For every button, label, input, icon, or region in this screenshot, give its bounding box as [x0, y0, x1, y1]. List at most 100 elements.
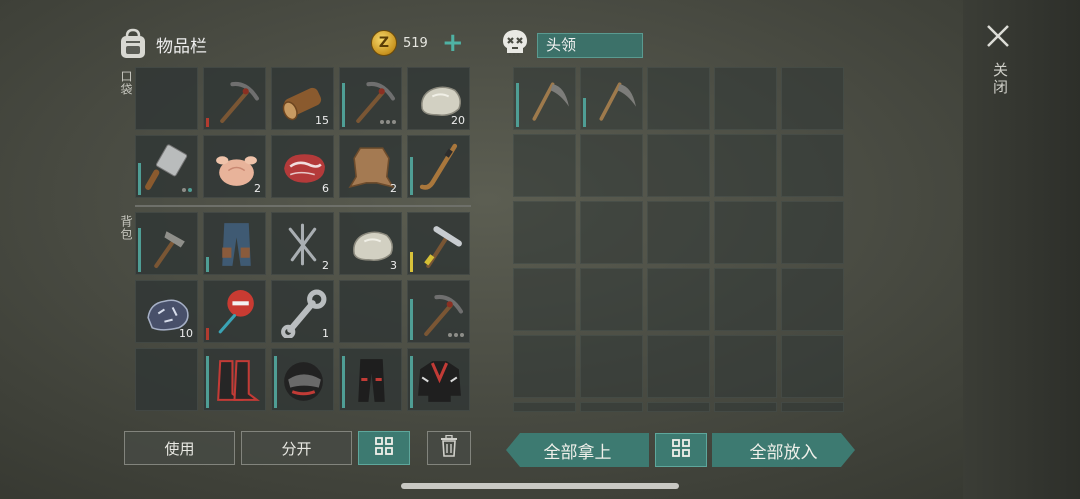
- backpack-slot[interactable]: [339, 280, 402, 343]
- durability-bar: [206, 118, 209, 127]
- loot-slot[interactable]: [781, 134, 844, 197]
- hammer-icon: [424, 226, 462, 268]
- pocket-slot[interactable]: 2: [203, 135, 266, 198]
- scythe-icon: [599, 82, 636, 121]
- loot-slot[interactable]: [580, 67, 643, 130]
- durability-bar: [274, 356, 277, 408]
- loot-slot[interactable]: [513, 67, 576, 130]
- loot-slot[interactable]: [714, 402, 777, 412]
- stop-sign-icon: [218, 290, 254, 334]
- close-icon[interactable]: [984, 22, 1012, 50]
- loot-slot[interactable]: [781, 67, 844, 130]
- loot-slot[interactable]: [580, 402, 643, 412]
- backpack-slot[interactable]: [203, 348, 266, 411]
- inventory-divider: [135, 205, 471, 207]
- pocket-slot[interactable]: [339, 67, 402, 130]
- durability-bar: [583, 98, 586, 127]
- loot-slot[interactable]: [781, 335, 844, 398]
- add-coins-button[interactable]: +: [442, 30, 464, 56]
- loot-slot[interactable]: [513, 134, 576, 197]
- backpack-slot[interactable]: 2: [271, 212, 334, 275]
- loot-slot[interactable]: [513, 335, 576, 398]
- coin-icon: Z: [371, 30, 397, 56]
- coin-amount: 519: [403, 35, 428, 51]
- durability-bar: [206, 257, 209, 272]
- pocket-slot[interactable]: 2: [339, 135, 402, 198]
- backpack-label: 背包: [119, 215, 133, 241]
- loot-slot[interactable]: [647, 201, 710, 264]
- loot-slot[interactable]: [714, 134, 777, 197]
- loot-slot[interactable]: [647, 402, 710, 412]
- pocket-slot[interactable]: [135, 67, 198, 130]
- durability-bar: [516, 83, 519, 127]
- loot-slot[interactable]: [647, 268, 710, 331]
- durability-bar: [342, 356, 345, 408]
- durability-bar: [206, 328, 209, 340]
- backpack-slot[interactable]: [339, 348, 402, 411]
- pocket-slot[interactable]: 15: [271, 67, 334, 130]
- item-count: 3: [390, 259, 397, 272]
- ammo-dots: [182, 188, 192, 192]
- loot-slot[interactable]: [513, 201, 576, 264]
- backpack-slot[interactable]: 1: [271, 280, 334, 343]
- pocket-slot[interactable]: 20: [407, 67, 470, 130]
- put-all-button[interactable]: 全部放入: [712, 433, 855, 467]
- loot-slot[interactable]: [647, 134, 710, 197]
- loot-slot[interactable]: [714, 201, 777, 264]
- backpack-slot[interactable]: [203, 280, 266, 343]
- loot-slot[interactable]: [781, 402, 844, 412]
- backpack-slot[interactable]: [407, 280, 470, 343]
- pocket-slot[interactable]: 6: [271, 135, 334, 198]
- loot-slot[interactable]: [714, 67, 777, 130]
- durability-bar: [342, 83, 345, 127]
- loot-slot[interactable]: [781, 201, 844, 264]
- moto-jacket-icon: [418, 361, 461, 402]
- backpack-slot[interactable]: [407, 348, 470, 411]
- backpack-slot[interactable]: [135, 348, 198, 411]
- durability-bar: [138, 228, 141, 272]
- home-indicator[interactable]: [401, 483, 679, 489]
- pocket-slot[interactable]: [407, 135, 470, 198]
- loot-slot[interactable]: [580, 134, 643, 197]
- loot-slot[interactable]: [647, 335, 710, 398]
- loot-slot[interactable]: [647, 67, 710, 130]
- backpack-slot[interactable]: [271, 348, 334, 411]
- loot-slot[interactable]: [580, 335, 643, 398]
- pocket-slot[interactable]: [135, 135, 198, 198]
- close-label[interactable]: 关闭: [985, 62, 1011, 96]
- split-button[interactable]: 分开: [241, 431, 352, 465]
- scythe-icon: [532, 82, 569, 121]
- pocket-label: 口袋: [119, 70, 133, 96]
- loot-slot[interactable]: [714, 335, 777, 398]
- take-all-button[interactable]: 全部拿上: [506, 433, 649, 467]
- durability-bar: [410, 299, 413, 340]
- loot-slot[interactable]: [513, 402, 576, 412]
- sort-loot-button[interactable]: [655, 433, 707, 467]
- side-panel-background: [963, 0, 1080, 499]
- backpack-slot[interactable]: [407, 212, 470, 275]
- loot-slot[interactable]: [580, 201, 643, 264]
- backpack-icon: [118, 28, 148, 60]
- item-count: 10: [179, 327, 193, 340]
- durability-bar: [206, 356, 209, 408]
- loot-slot[interactable]: [781, 268, 844, 331]
- loot-slot[interactable]: [714, 268, 777, 331]
- trash-icon: [439, 434, 459, 461]
- pocket-slot[interactable]: [203, 67, 266, 130]
- moto-boots-icon: [217, 360, 260, 401]
- use-button[interactable]: 使用: [124, 431, 235, 465]
- hockey-stick-icon: [419, 143, 458, 190]
- durability-bar: [138, 163, 141, 195]
- backpack-slot[interactable]: [203, 212, 266, 275]
- backpack-slot[interactable]: 3: [339, 212, 402, 275]
- sort-inventory-button[interactable]: [358, 431, 410, 465]
- coin-balance: Z 519 +: [371, 30, 464, 56]
- item-count: 1: [322, 327, 329, 340]
- loot-slot[interactable]: [580, 268, 643, 331]
- loot-owner-name: 头领: [537, 33, 643, 58]
- loot-slot[interactable]: [513, 268, 576, 331]
- backpack-slot[interactable]: [135, 212, 198, 275]
- cleaver-icon: [145, 144, 188, 190]
- delete-button[interactable]: [427, 431, 471, 465]
- backpack-slot[interactable]: 10: [135, 280, 198, 343]
